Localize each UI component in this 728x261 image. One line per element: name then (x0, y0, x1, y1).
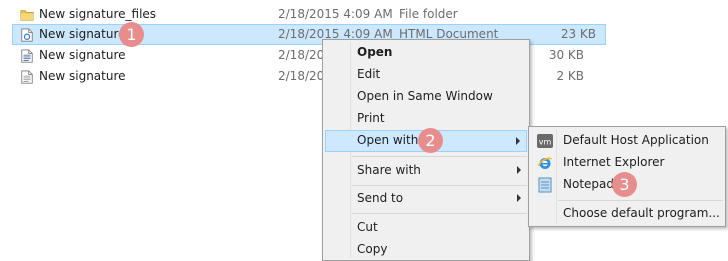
step-badge-2: 2 (418, 128, 443, 153)
menu-item-label: Print (357, 111, 385, 125)
menu-separator (352, 213, 527, 214)
step-badge-3: 3 (612, 172, 637, 197)
menu-item-send-to[interactable]: Send to (325, 188, 527, 210)
step-badge-1: 1 (119, 22, 144, 47)
file-size: 30 KB (548, 48, 584, 62)
menu-item-label: Choose default program... (563, 206, 720, 220)
menu-item-copy[interactable]: Copy (325, 239, 527, 261)
file-name: New signature (39, 27, 126, 41)
menu-item-edit[interactable]: Edit (325, 64, 527, 86)
vm-icon: vm (537, 134, 553, 148)
notepad-icon (538, 177, 552, 193)
file-name: New signature (39, 69, 126, 83)
menu-item-open[interactable]: Open (325, 42, 527, 64)
folder-icon (20, 10, 34, 21)
submenu-arrow-icon (516, 137, 520, 145)
menu-item-label: Edit (357, 67, 381, 81)
menu-item-internet-explorer[interactable]: Internet Explorer (531, 152, 723, 174)
file-date: 2/18/2015 4:09 AM (278, 7, 393, 21)
menu-item-label: Internet Explorer (563, 155, 665, 169)
menu-item-label: Send to (357, 191, 404, 205)
file-size: 2 KB (556, 69, 584, 83)
menu-item-label: Share with (357, 163, 421, 177)
menu-item-label: Cut (357, 220, 378, 234)
text-file-icon (21, 70, 33, 84)
file-row-signature-files[interactable]: New signature_files 2/18/2015 4:09 AM Fi… (0, 4, 606, 25)
menu-item-choose-default-program[interactable]: Choose default program... (531, 203, 723, 225)
menu-item-share-with[interactable]: Share with (325, 160, 527, 182)
menu-item-label: Default Host Application (563, 133, 709, 147)
menu-item-label: Notepad (563, 177, 614, 191)
internet-explorer-icon (537, 157, 553, 169)
menu-item-label: Open with (357, 133, 419, 147)
submenu-arrow-icon (517, 194, 521, 202)
menu-item-cut[interactable]: Cut (325, 217, 527, 239)
svg-text:vm: vm (539, 138, 552, 147)
submenu-arrow-icon (517, 166, 521, 174)
html-file-icon (21, 28, 33, 42)
menu-item-label: Open in Same Window (357, 89, 493, 103)
menu-item-default-host-application[interactable]: vm Default Host Application (531, 130, 723, 152)
file-size: 23 KB (560, 27, 596, 41)
menu-separator (352, 156, 527, 157)
menu-item-label: Open (357, 45, 393, 59)
menu-item-open-same-window[interactable]: Open in Same Window (325, 86, 527, 108)
menu-item-print[interactable]: Print (325, 108, 527, 130)
file-name: New signature (39, 48, 126, 62)
menu-item-label: Copy (357, 242, 388, 256)
document-file-icon (21, 49, 33, 63)
file-name: New signature_files (39, 7, 157, 21)
menu-separator (558, 200, 723, 201)
menu-separator (352, 185, 527, 186)
file-type: File folder (399, 7, 458, 21)
